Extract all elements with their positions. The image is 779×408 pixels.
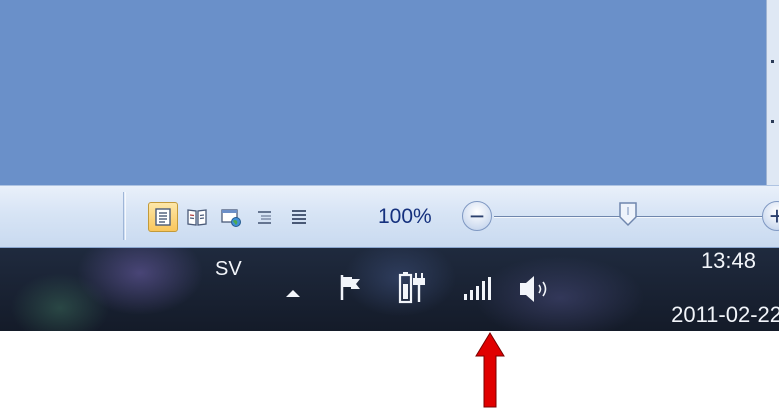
status-bar: 100% − + [0, 185, 779, 248]
action-center-flag-icon[interactable] [338, 273, 364, 301]
clock-time[interactable]: 13:48 [606, 248, 756, 274]
print-layout-icon [155, 208, 171, 226]
zoom-slider-thumb[interactable] [618, 201, 638, 227]
full-screen-reading-button[interactable] [182, 202, 212, 232]
status-bar-divider [123, 192, 124, 240]
zoom-level-button[interactable]: 100% [378, 204, 432, 230]
taskbar: SV 13:48 2011-02-22 [0, 248, 779, 331]
document-area[interactable] [0, 0, 766, 185]
language-indicator[interactable]: SV [215, 258, 242, 281]
outline-button[interactable] [250, 202, 280, 232]
annotation-arrow [475, 332, 505, 408]
zoom-out-button[interactable]: − [462, 201, 492, 231]
scroll-marker [771, 120, 774, 123]
full-screen-reading-icon [187, 209, 207, 226]
battery-power-icon[interactable] [398, 270, 428, 304]
volume-icon[interactable] [518, 274, 554, 304]
outline-icon [258, 211, 271, 224]
view-buttons-group [148, 202, 314, 232]
web-layout-button[interactable] [216, 202, 246, 232]
web-layout-icon [221, 209, 241, 227]
draft-icon [292, 210, 306, 224]
scroll-marker [771, 60, 774, 63]
clock-date[interactable]: 2011-02-22 [592, 302, 779, 328]
draft-button[interactable] [284, 202, 314, 232]
show-hidden-icons-arrow-icon[interactable] [285, 288, 301, 298]
print-layout-button[interactable] [148, 202, 178, 232]
zoom-in-button[interactable]: + [762, 201, 779, 231]
vertical-scrollbar[interactable] [766, 0, 779, 185]
signal-strength-icon[interactable] [462, 276, 492, 302]
status-bar-divider-highlight [125, 192, 126, 240]
